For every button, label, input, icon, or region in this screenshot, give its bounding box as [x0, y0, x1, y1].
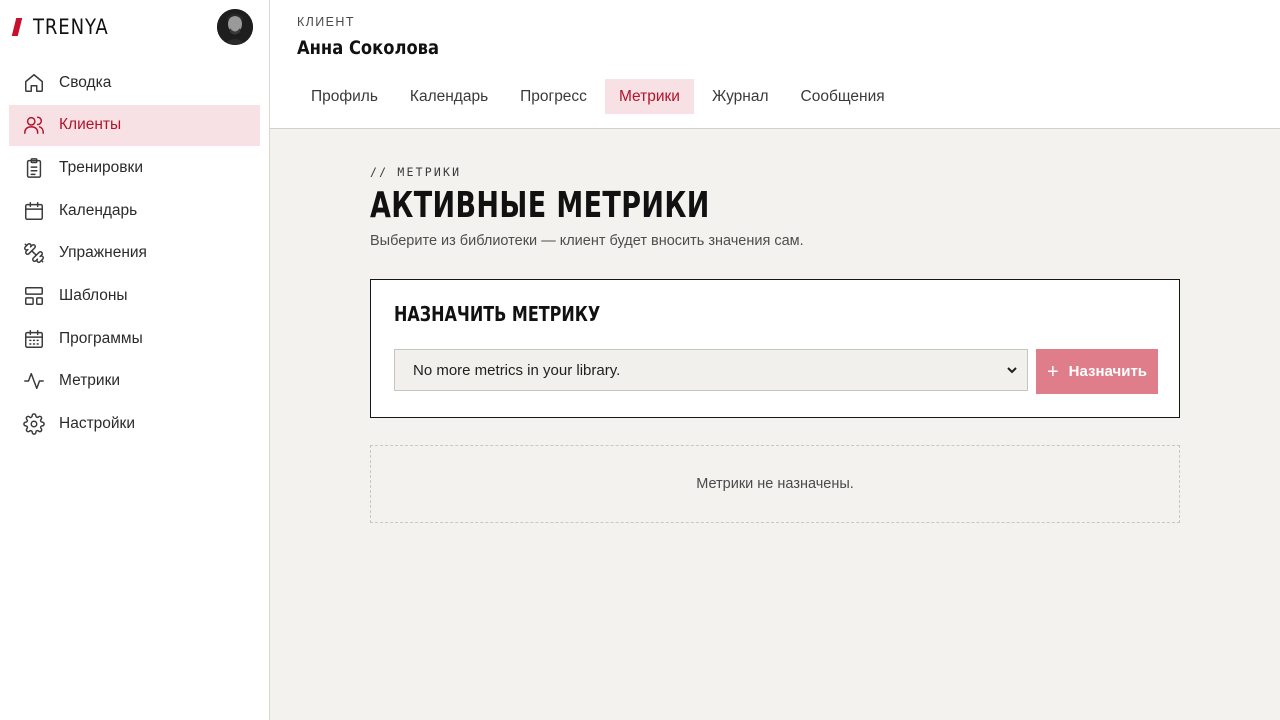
sidebar-item-settings[interactable]: Настройки — [9, 404, 260, 445]
home-icon — [23, 72, 45, 94]
client-caption: КЛИЕНТ — [297, 15, 355, 29]
metric-select[interactable]: No more metrics in your library. — [394, 349, 1028, 391]
activity-icon — [23, 370, 45, 392]
sidebar-item-templates[interactable]: Шаблоны — [9, 275, 260, 316]
client-name: Анна Соколова — [297, 37, 440, 59]
sidebar-item-label: Календарь — [59, 201, 138, 219]
assign-button[interactable]: + Назначить — [1036, 349, 1158, 394]
layout-template-icon — [23, 285, 45, 307]
empty-state-text: Метрики не назначены. — [696, 476, 854, 492]
assign-metric-title: НАЗНАЧИТЬ МЕТРИКУ — [394, 302, 601, 326]
page-subtitle: Выберите из библиотеки — клиент будет вн… — [370, 233, 804, 249]
sidebar-item-exercises[interactable]: Упражнения — [9, 233, 260, 274]
tab-profile[interactable]: Профиль — [297, 79, 392, 114]
calendar-icon — [23, 200, 45, 222]
sidebar-item-dashboard[interactable]: Сводка — [9, 62, 260, 103]
section-tag: // МЕТРИКИ — [370, 165, 462, 179]
sidebar-item-label: Клиенты — [59, 116, 122, 134]
client-tabs: Профиль Календарь Прогресс Метрики Журна… — [297, 79, 903, 114]
avatar[interactable] — [217, 9, 253, 45]
brand-logo[interactable]: TRENYA — [11, 14, 121, 40]
sidebar-item-label: Программы — [59, 329, 143, 347]
empty-state: Метрики не назначены. — [370, 445, 1180, 523]
dumbbell-icon — [23, 242, 45, 264]
page-title: АКТИВНЫЕ МЕТРИКИ — [370, 185, 710, 226]
plus-icon: + — [1046, 360, 1059, 383]
sidebar-item-programs[interactable]: Программы — [9, 318, 260, 359]
clipboard-list-icon — [23, 157, 45, 179]
sidebar-item-workouts[interactable]: Тренировки — [9, 147, 260, 188]
sidebar-item-label: Упражнения — [59, 244, 147, 262]
assign-button-label: Назначить — [1068, 363, 1148, 380]
calendar-grid-icon — [23, 328, 45, 350]
sidebar-item-label: Шаблоны — [59, 286, 128, 304]
sidebar-item-label: Тренировки — [59, 158, 143, 176]
sidebar-item-calendar[interactable]: Календарь — [9, 190, 260, 231]
gear-icon — [23, 413, 45, 435]
tab-messages[interactable]: Сообщения — [787, 79, 899, 114]
brand-mark-icon — [11, 18, 23, 36]
tab-calendar[interactable]: Календарь — [396, 79, 502, 114]
users-icon — [23, 114, 45, 136]
chevron-down-icon — [1005, 363, 1019, 377]
sidebar-item-clients[interactable]: Клиенты — [9, 104, 260, 146]
client-header: КЛИЕНТ Анна Соколова Профиль Календарь П… — [270, 0, 1280, 129]
tab-progress[interactable]: Прогресс — [506, 79, 601, 114]
tab-journal[interactable]: Журнал — [698, 79, 783, 114]
sidebar-item-label: Сводка — [59, 73, 112, 91]
sidebar-item-metrics[interactable]: Метрики — [9, 361, 260, 402]
assign-metric-card: НАЗНАЧИТЬ МЕТРИКУ No more metrics in you… — [370, 279, 1180, 418]
sidebar-item-label: Метрики — [59, 372, 121, 390]
brand-name: TRENYA — [33, 15, 109, 39]
metric-select-value: No more metrics in your library. — [413, 361, 621, 379]
sidebar-nav: Сводка Клиенты Тренировки Календарь Упра… — [9, 62, 260, 446]
tab-metrics[interactable]: Метрики — [604, 79, 694, 114]
sidebar-item-label: Настройки — [59, 415, 136, 432]
sidebar: TRENYA Сводка Клиенты Тренировки Календа… — [0, 0, 270, 720]
